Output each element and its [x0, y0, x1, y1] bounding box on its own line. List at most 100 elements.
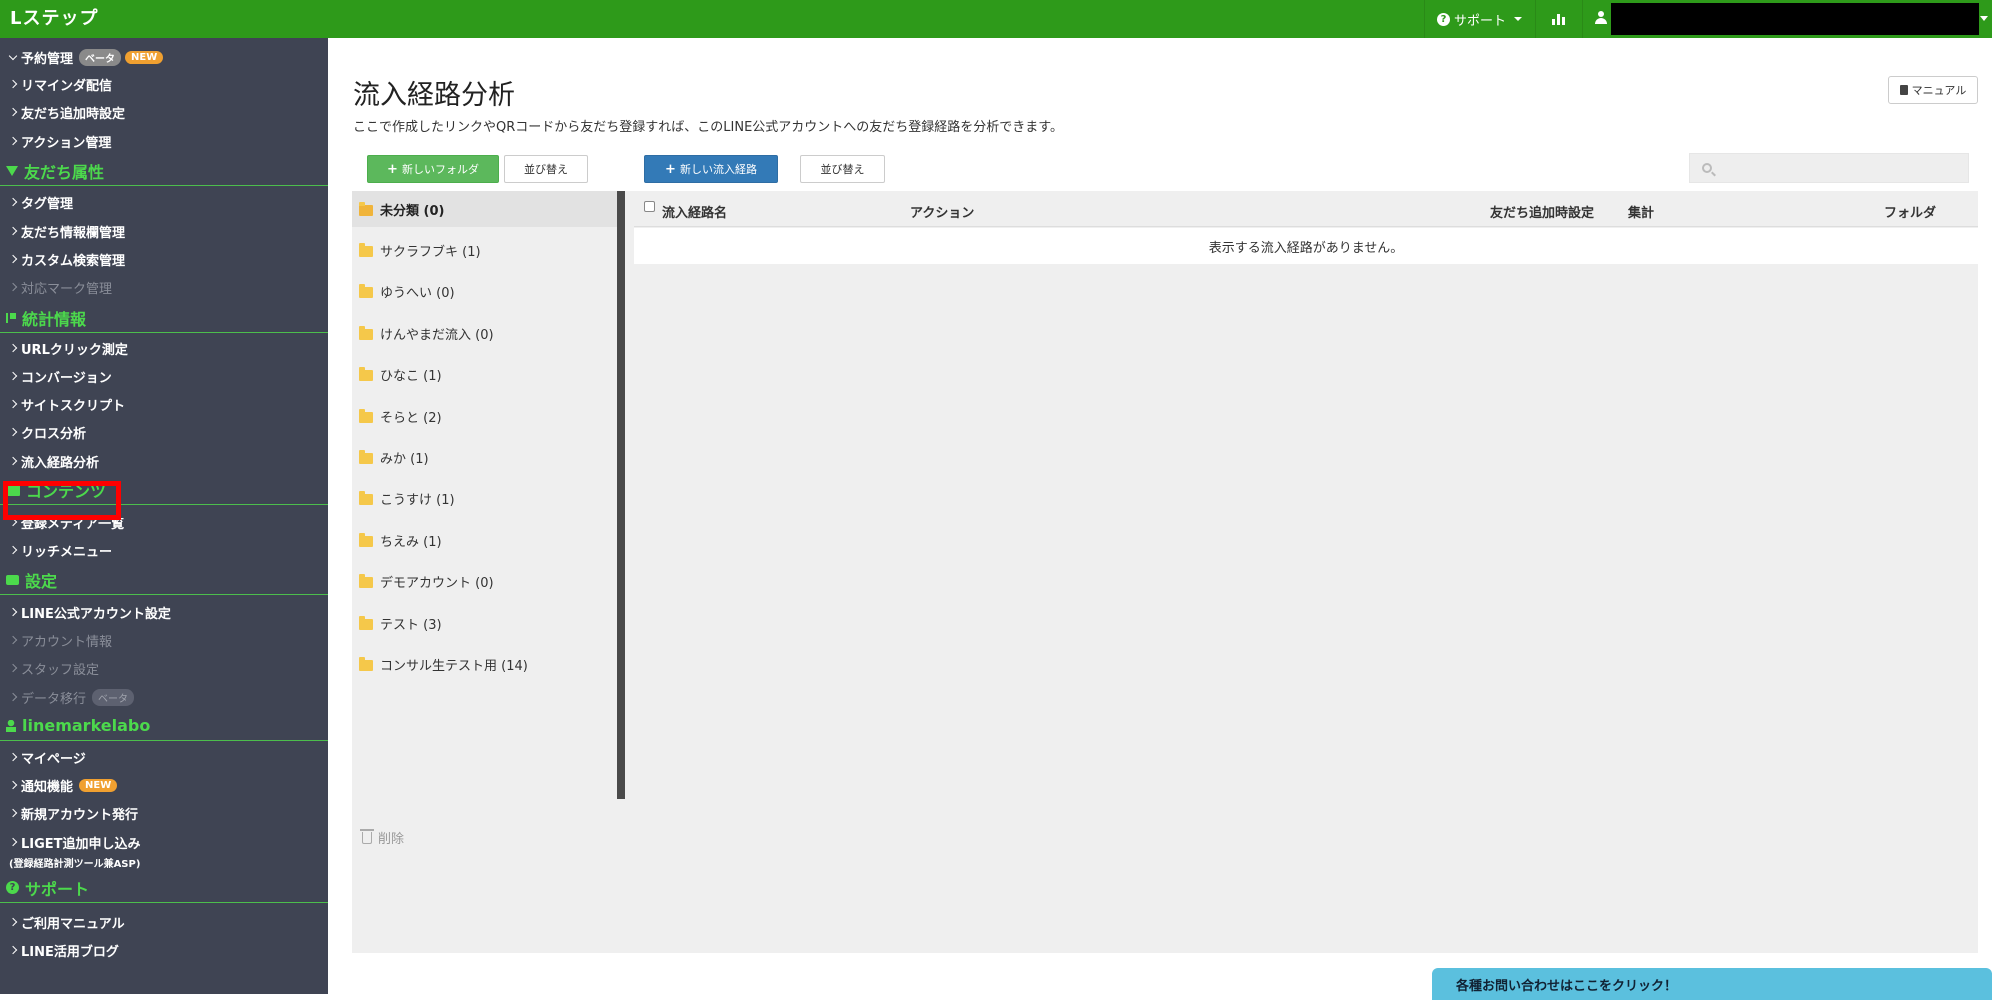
sidebar-item-url-click[interactable]: URLクリック測定 [0, 336, 128, 360]
sidebar-item-tag[interactable]: タグ管理 [0, 190, 73, 214]
sidebar-item-label: 新規アカウント発行 [21, 807, 139, 823]
folder-label: こうすけ (1) [380, 492, 455, 508]
folder-item[interactable]: けんやまだ流入 (0) [352, 315, 617, 351]
sidebar-item-account-info[interactable]: アカウント情報 [0, 628, 112, 652]
sidebar-item-mark[interactable]: 対応マーク管理 [0, 275, 112, 299]
sidebar-item-custom-search[interactable]: カスタム検索管理 [0, 247, 125, 271]
sidebar-item-notification[interactable]: 通知機能 NEW [0, 773, 118, 797]
folder-item[interactable]: そらと (2) [352, 398, 617, 434]
folder-item[interactable]: みか (1) [352, 439, 617, 475]
search-input[interactable] [1689, 153, 1969, 183]
sidebar-item-reservation[interactable]: 予約管理 ベータ NEW [0, 45, 164, 69]
chevron-down-icon [1980, 16, 1988, 21]
sidebar-item-liget[interactable]: LIGET追加申し込み [0, 830, 141, 854]
sidebar-item-label: 流入経路分析 [21, 455, 100, 471]
folder-item[interactable]: ゆうへい (0) [352, 273, 617, 309]
chevron-right-icon [8, 371, 18, 381]
sidebar-item-label: 友だち追加時設定 [21, 106, 126, 122]
beta-badge: ベータ [92, 688, 135, 706]
sort-route-button[interactable]: 並び替え [800, 155, 885, 183]
new-folder-button[interactable]: + 新しいフォルダ [367, 155, 499, 183]
sidebar-item-friend-info[interactable]: 友だち情報欄管理 [0, 219, 125, 243]
folder-item[interactable]: ちえみ (1) [352, 522, 617, 558]
select-all-checkbox[interactable] [644, 201, 655, 212]
sort-folder-button[interactable]: 並び替え [504, 155, 588, 183]
chevron-right-icon [8, 254, 18, 264]
user-icon [1595, 11, 1607, 25]
new-badge: NEW [79, 778, 118, 792]
sidebar-item-new-account[interactable]: 新規アカウント発行 [0, 801, 138, 825]
folder-item[interactable]: デモアカウント (0) [352, 563, 617, 599]
sidebar-item-rich-menu[interactable]: リッチメニュー [0, 538, 112, 562]
col-friend-add[interactable]: 友だち追加時設定 [1490, 202, 1594, 221]
trash-icon [360, 828, 374, 844]
manual-button[interactable]: マニュアル [1888, 76, 1978, 104]
new-badge: NEW [125, 50, 164, 64]
folder-item[interactable]: 未分類 (0) [352, 191, 617, 227]
sidebar-item-data-migration[interactable]: データ移行 ベータ [0, 685, 135, 709]
folder-label: コンサル生テスト用 (14) [380, 658, 528, 674]
new-folder-label: 新しいフォルダ [401, 163, 479, 176]
folder-icon [359, 490, 373, 505]
folder-icon [359, 532, 373, 547]
sidebar-item-reminder[interactable]: リマインダ配信 [0, 72, 112, 96]
chevron-right-icon [8, 545, 18, 555]
chevron-right-icon [8, 399, 18, 409]
comment-icon [6, 574, 19, 585]
delete-label: 削除 [378, 832, 405, 847]
sidebar-item-label: カスタム検索管理 [21, 253, 126, 269]
sidebar-item-label: リッチメニュー [21, 544, 113, 560]
folder-icon [359, 325, 373, 340]
flag-icon [6, 312, 16, 323]
folder-item[interactable]: テスト (3) [352, 605, 617, 641]
sidebar-item-friend-add[interactable]: 友だち追加時設定 [0, 100, 125, 124]
new-route-button[interactable]: + 新しい流入経路 [644, 155, 778, 183]
delete-button[interactable]: 削除 [360, 828, 405, 847]
folder-open-icon [359, 201, 373, 216]
sidebar-item-blog[interactable]: LINE活用ブログ [0, 938, 119, 962]
sidebar-item-label: LINE活用ブログ [21, 944, 119, 960]
folder-icon [359, 615, 373, 630]
page-description: ここで作成したリンクやQRコードから友だち登録すれば、このLINE公式アカウント… [353, 120, 1063, 135]
col-folder[interactable]: フォルダ [1884, 202, 1936, 221]
sidebar-item-conversion[interactable]: コンバージョン [0, 364, 112, 388]
folder-item[interactable]: こうすけ (1) [352, 480, 617, 516]
panel-resize-handle[interactable] [617, 191, 625, 799]
contact-button[interactable]: 各種お問い合わせはここをクリック！ [1432, 968, 1992, 1000]
section-support: ? サポート [0, 873, 328, 903]
folder-icon [359, 656, 373, 671]
stats-button[interactable] [1535, 0, 1581, 38]
sidebar-item-label: スタッフ設定 [21, 662, 100, 678]
user-menu[interactable] [1582, 0, 1992, 38]
folder-label: サクラフブキ (1) [380, 244, 481, 260]
manual-label: マニュアル [1911, 84, 1967, 97]
plus-icon: + [665, 161, 676, 177]
sidebar-item-cross[interactable]: クロス分析 [0, 420, 86, 444]
sidebar-item-site-script[interactable]: サイトスクリプト [0, 392, 125, 416]
sidebar-item-inflow-analysis[interactable]: 流入経路分析 [0, 449, 99, 473]
folder-item[interactable]: ひなこ (1) [352, 356, 617, 392]
sidebar-item-manual[interactable]: ご利用マニュアル [0, 910, 125, 934]
filter-icon [6, 165, 18, 176]
sidebar-item-label: ご利用マニュアル [21, 916, 125, 932]
col-action[interactable]: アクション [910, 202, 974, 221]
folder-label: けんやまだ流入 (0) [380, 327, 494, 343]
chevron-right-icon [8, 197, 18, 207]
support-menu[interactable]: ? サポート [1424, 0, 1534, 38]
sidebar-item-mypage[interactable]: マイページ [0, 745, 86, 769]
question-icon: ? [1436, 12, 1450, 26]
folder-item[interactable]: コンサル生テスト用 (14) [352, 646, 617, 682]
app-logo[interactable]: Lステップ [10, 4, 98, 30]
folder-label: 未分類 (0) [380, 203, 445, 219]
folder-label: デモアカウント (0) [380, 575, 494, 591]
folder-label: ひなこ (1) [380, 368, 442, 384]
folder-item[interactable]: サクラフブキ (1) [352, 232, 617, 268]
sidebar-item-label: アクション管理 [21, 135, 112, 151]
sidebar-item-staff[interactable]: スタッフ設定 [0, 656, 99, 680]
col-summary[interactable]: 集計 [1628, 202, 1654, 221]
col-name[interactable]: 流入経路名 [662, 202, 727, 221]
section-title: 友だち属性 [24, 162, 105, 182]
sidebar-item-label: 友だち情報欄管理 [21, 225, 126, 241]
sidebar-item-line-account[interactable]: LINE公式アカウント設定 [0, 600, 171, 624]
sidebar-item-action[interactable]: アクション管理 [0, 129, 111, 153]
